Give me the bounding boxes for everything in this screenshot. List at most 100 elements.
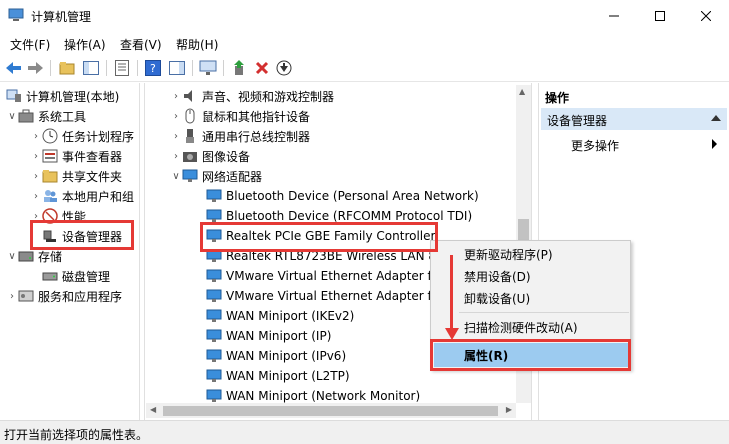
network-adapter-item[interactable]: WAN Miniport (IPv6) bbox=[206, 346, 346, 366]
annotation-arrow bbox=[450, 255, 453, 330]
tree-item-local-users[interactable]: › 本地用户和组 bbox=[30, 186, 134, 206]
network-adapter-icon bbox=[206, 369, 222, 382]
network-adapter-item[interactable]: VMware Virtual Ethernet Adapter fo bbox=[206, 286, 439, 306]
forward-icon[interactable] bbox=[26, 58, 46, 78]
toolbar-separator bbox=[192, 60, 193, 76]
chevron-down-icon[interactable]: ∨ bbox=[6, 251, 18, 262]
clock-icon bbox=[42, 128, 58, 144]
collapse-icon[interactable] bbox=[711, 115, 721, 121]
disk-icon bbox=[42, 272, 58, 281]
adapter-label: WAN Miniport (IPv6) bbox=[226, 349, 347, 363]
minimize-button[interactable] bbox=[591, 0, 637, 31]
menu-file[interactable]: 文件(F) bbox=[10, 36, 50, 53]
chevron-down-icon[interactable]: ∨ bbox=[170, 171, 182, 182]
network-adapter-item[interactable]: VMware Virtual Ethernet Adapter fo bbox=[206, 266, 439, 286]
tree-item-label: 磁盘管理 bbox=[62, 269, 111, 284]
usb-icon bbox=[186, 129, 194, 143]
menu-help[interactable]: 帮助(H) bbox=[176, 36, 218, 53]
scroll-up-icon[interactable]: ▲ bbox=[519, 87, 525, 96]
annotation-box-device-manager bbox=[30, 220, 134, 250]
show-action-pane-icon[interactable] bbox=[167, 58, 187, 78]
tree-item-event-viewer[interactable]: › 事件查看器 bbox=[30, 146, 122, 166]
menu-item-scan-hardware[interactable]: 扫描检测硬件改动(A) bbox=[464, 319, 578, 336]
network-adapter-item[interactable]: WAN Miniport (IP) bbox=[206, 326, 331, 346]
menu-item-uninstall-device[interactable]: 卸载设备(U) bbox=[464, 290, 530, 307]
tree-item-shared-folders[interactable]: › 共享文件夹 bbox=[30, 166, 122, 186]
menu-item-disable-device[interactable]: 禁用设备(D) bbox=[464, 268, 531, 285]
system-tools-label: 系统工具 bbox=[38, 109, 87, 124]
status-text: 打开当前选择项的属性表。 bbox=[4, 428, 149, 442]
network-adapter-icon bbox=[206, 329, 222, 342]
toolbar-separator bbox=[106, 60, 107, 76]
chevron-right-icon[interactable]: › bbox=[170, 91, 182, 102]
network-adapter-item[interactable]: WAN Miniport (IKEv2) bbox=[206, 306, 354, 326]
event-viewer-icon bbox=[42, 149, 58, 163]
network-adapter-item[interactable]: WAN Miniport (L2TP) bbox=[206, 366, 350, 386]
storage-icon bbox=[18, 251, 34, 262]
export-list-icon[interactable] bbox=[112, 58, 132, 78]
category-label: 鼠标和其他指针设备 bbox=[202, 109, 311, 124]
menu-separator bbox=[459, 312, 629, 313]
network-adapter-icon bbox=[206, 189, 222, 202]
scroll-left-icon[interactable]: ◀ bbox=[150, 405, 156, 414]
chevron-down-icon[interactable]: ∨ bbox=[6, 111, 18, 122]
menu-view[interactable]: 查看(V) bbox=[120, 36, 162, 53]
adapter-label: Bluetooth Device (Personal Area Network) bbox=[226, 189, 479, 203]
scroll-right-icon[interactable]: ▶ bbox=[506, 405, 512, 414]
chevron-right-icon[interactable]: › bbox=[30, 171, 42, 182]
category-sound[interactable]: › 声音、视频和游戏控制器 bbox=[170, 86, 334, 106]
monitor-icon[interactable] bbox=[198, 58, 218, 78]
scroll-thumb[interactable] bbox=[163, 406, 498, 416]
horizontal-scrollbar[interactable]: ◀ ▶ bbox=[146, 403, 516, 418]
storage-label: 存储 bbox=[38, 249, 63, 264]
update-driver-icon[interactable] bbox=[229, 58, 249, 78]
enable-device-icon[interactable] bbox=[274, 58, 294, 78]
chevron-right-icon[interactable]: › bbox=[6, 291, 18, 302]
maximize-button[interactable] bbox=[637, 0, 683, 31]
tree-item-task-scheduler[interactable]: › 任务计划程序 bbox=[30, 126, 134, 146]
category-usb[interactable]: › 通用串行总线控制器 bbox=[170, 126, 310, 146]
tree-item-disk-management[interactable]: 磁盘管理 bbox=[42, 266, 110, 286]
chevron-right-icon[interactable]: › bbox=[170, 151, 182, 162]
category-network-adapters[interactable]: ∨ 网络适配器 bbox=[170, 166, 262, 186]
tree-system-tools[interactable]: ∨ 系统工具 bbox=[6, 106, 86, 126]
toolbar: ? bbox=[0, 54, 729, 82]
annotation-box-properties bbox=[430, 339, 631, 371]
category-label: 通用串行总线控制器 bbox=[202, 129, 311, 144]
category-imaging[interactable]: › 图像设备 bbox=[170, 146, 250, 166]
toolbar-separator bbox=[137, 60, 138, 76]
tree-item-label: 本地用户和组 bbox=[62, 189, 135, 204]
close-button[interactable] bbox=[683, 0, 729, 31]
category-mouse[interactable]: › 鼠标和其他指针设备 bbox=[170, 106, 310, 126]
adapter-label: VMware Virtual Ethernet Adapter fo bbox=[226, 289, 440, 303]
tree-services[interactable]: › 服务和应用程序 bbox=[6, 286, 122, 306]
tree-root-label: 计算机管理(本地) bbox=[26, 89, 120, 104]
adapter-label: WAN Miniport (IKEv2) bbox=[226, 309, 355, 323]
category-label: 声音、视频和游戏控制器 bbox=[202, 89, 335, 104]
menu-action[interactable]: 操作(A) bbox=[64, 36, 106, 53]
back-icon[interactable] bbox=[4, 58, 24, 78]
network-adapter-item[interactable]: Bluetooth Device (Personal Area Network) bbox=[206, 186, 479, 206]
tree-root[interactable]: 计算机管理(本地) bbox=[6, 86, 119, 106]
network-adapter-icon bbox=[206, 349, 222, 362]
help-icon[interactable]: ? bbox=[143, 58, 163, 78]
users-icon bbox=[44, 190, 57, 202]
more-actions-link[interactable]: 更多操作 bbox=[571, 137, 619, 154]
camera-icon bbox=[183, 152, 197, 162]
tree-item-label: 共享文件夹 bbox=[62, 169, 123, 184]
chevron-right-icon[interactable]: › bbox=[30, 151, 42, 162]
actions-section-device-manager[interactable]: 设备管理器 bbox=[541, 108, 727, 130]
chevron-right-icon[interactable]: › bbox=[30, 191, 42, 202]
up-folder-icon[interactable] bbox=[57, 58, 77, 78]
chevron-right-icon[interactable]: › bbox=[170, 111, 182, 122]
mouse-icon bbox=[185, 108, 195, 124]
show-hide-tree-icon[interactable] bbox=[81, 58, 101, 78]
submenu-arrow-icon bbox=[712, 139, 717, 149]
speaker-icon bbox=[184, 90, 192, 102]
menu-item-update-driver[interactable]: 更新驱动程序(P) bbox=[464, 246, 553, 263]
services-label: 服务和应用程序 bbox=[38, 289, 123, 304]
chevron-right-icon[interactable]: › bbox=[170, 131, 182, 142]
uninstall-icon[interactable] bbox=[252, 58, 272, 78]
chevron-right-icon[interactable]: › bbox=[30, 131, 42, 142]
menu-bar: 文件(F) 操作(A) 查看(V) 帮助(H) bbox=[0, 32, 729, 54]
